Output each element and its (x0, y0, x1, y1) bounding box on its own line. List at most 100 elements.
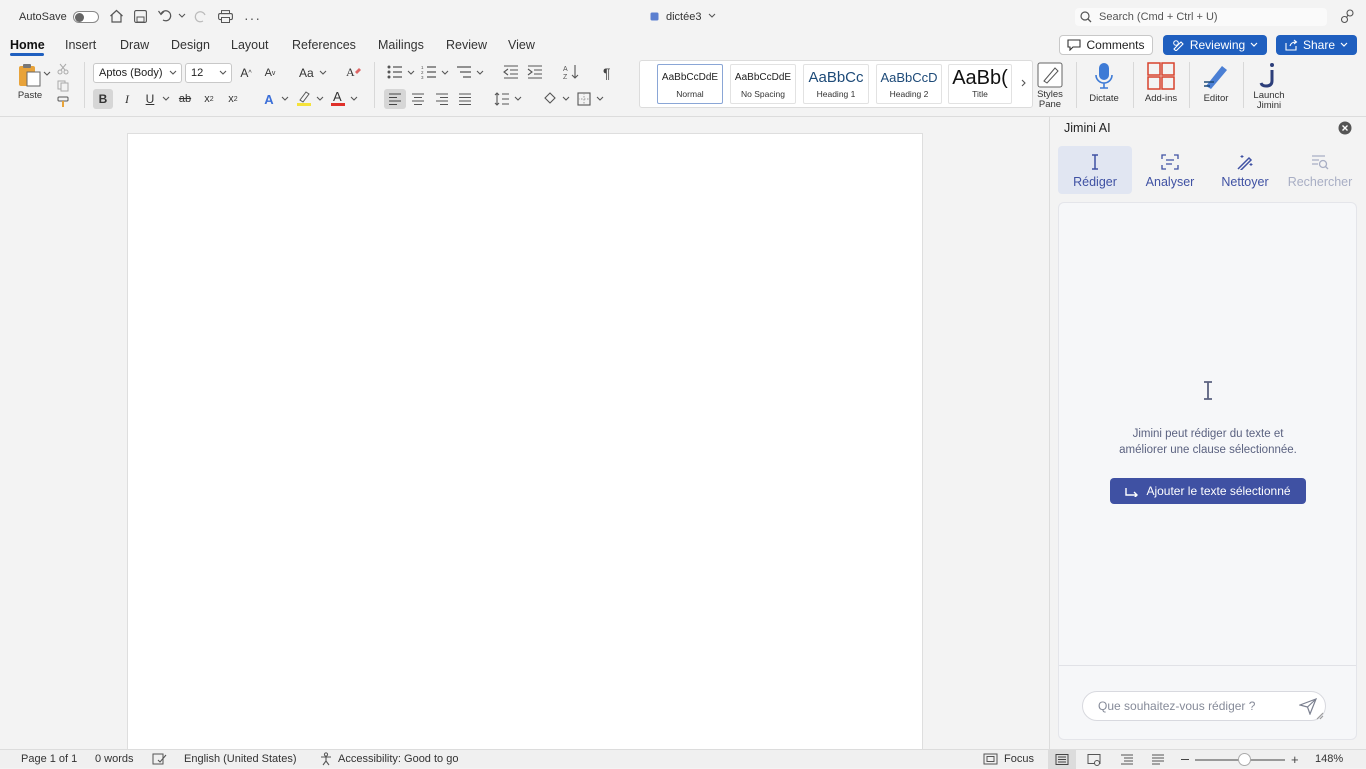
line-spacing-chevron-down-icon[interactable] (514, 96, 522, 102)
shrink-font-icon[interactable]: Av (260, 63, 280, 83)
style-heading-1[interactable]: AaBbCc Heading 1 (803, 64, 869, 104)
subscript-icon[interactable]: x2 (199, 89, 219, 109)
tab-draw[interactable]: Draw (120, 36, 149, 54)
autosave-toggle[interactable] (73, 11, 99, 23)
copy-icon[interactable] (57, 80, 69, 92)
addins-button[interactable]: Add-ins (1141, 60, 1181, 104)
reviewing-button[interactable]: Reviewing (1163, 35, 1267, 55)
zoom-out-icon[interactable] (1181, 759, 1189, 761)
text-effects-icon[interactable]: A (259, 89, 279, 109)
line-spacing-icon[interactable] (494, 92, 510, 106)
bold-icon[interactable]: B (93, 89, 113, 109)
borders-icon[interactable] (577, 92, 591, 106)
add-selected-text-button[interactable]: Ajouter le texte sélectionné (1110, 478, 1306, 504)
bullets-chevron-down-icon[interactable] (407, 70, 415, 76)
search-input[interactable]: Search (Cmd + Ctrl + U) (1075, 8, 1327, 26)
align-center-icon[interactable] (411, 93, 425, 105)
tab-insert[interactable]: Insert (65, 36, 96, 54)
superscript-icon[interactable]: x2 (223, 89, 243, 109)
proofing-icon[interactable] (152, 753, 167, 765)
panel-tab-analyser[interactable]: Analyser (1133, 146, 1207, 194)
word-count[interactable]: 0 words (95, 753, 134, 765)
bullets-icon[interactable] (387, 65, 403, 79)
tab-home[interactable]: Home (10, 36, 45, 54)
multilevel-list-chevron-down-icon[interactable] (476, 70, 484, 76)
page-count[interactable]: Page 1 of 1 (21, 753, 77, 765)
focus-label[interactable]: Focus (1004, 753, 1034, 765)
shading-icon[interactable] (543, 91, 558, 105)
styles-more-chevron-right-icon[interactable] (1021, 79, 1027, 87)
align-left-icon[interactable] (384, 89, 406, 109)
style-normal[interactable]: AaBbCcDdE Normal (657, 64, 723, 104)
more-icon[interactable]: ··· (244, 10, 261, 26)
tab-layout[interactable]: Layout (231, 36, 269, 54)
numbering-chevron-down-icon[interactable] (441, 70, 449, 76)
grow-font-icon[interactable]: A ^ (236, 63, 256, 83)
document-page[interactable] (127, 133, 923, 753)
paste-button[interactable]: Paste (12, 60, 48, 101)
clear-formatting-icon[interactable]: A (346, 65, 362, 79)
panel-tab-nettoyer[interactable]: Nettoyer (1208, 146, 1282, 194)
web-layout-icon[interactable] (1087, 754, 1101, 766)
zoom-level[interactable]: 148% (1315, 753, 1343, 765)
document-title[interactable]: dictée3 (666, 11, 701, 23)
align-right-icon[interactable] (435, 93, 449, 105)
launch-jimini-button[interactable]: Launch Jimini (1249, 60, 1289, 111)
italic-icon[interactable]: I (117, 89, 137, 109)
zoom-slider-handle[interactable] (1238, 753, 1251, 766)
share-link-icon[interactable] (1340, 9, 1355, 24)
style-title[interactable]: AaBb( Title (948, 64, 1012, 104)
comments-button[interactable]: Comments (1059, 35, 1153, 55)
highlight-chevron-down-icon[interactable] (316, 96, 324, 102)
font-size-dropdown[interactable]: 12 (185, 63, 232, 83)
tab-view[interactable]: View (508, 36, 535, 54)
undo-dropdown-icon[interactable] (178, 13, 186, 19)
change-case-button[interactable]: Aa (299, 66, 327, 80)
home-icon[interactable] (109, 9, 124, 23)
font-name-dropdown[interactable]: Aptos (Body) (93, 63, 182, 83)
style-no-spacing[interactable]: AaBbCcDdE No Spacing (730, 64, 796, 104)
cut-icon[interactable] (57, 63, 69, 75)
dictate-button[interactable]: Dictate (1084, 60, 1124, 104)
underline-icon[interactable]: U (140, 89, 160, 109)
borders-chevron-down-icon[interactable] (596, 96, 604, 102)
decrease-indent-icon[interactable] (503, 65, 519, 79)
justify-icon[interactable] (458, 93, 472, 105)
save-icon[interactable] (134, 10, 147, 23)
accessibility-icon[interactable] (319, 752, 334, 766)
tab-review[interactable]: Review (446, 36, 487, 54)
style-heading-2[interactable]: AaBbCcD Heading 2 (876, 64, 942, 104)
strikethrough-icon[interactable]: ab (175, 89, 195, 109)
editor-button[interactable]: Editor (1197, 60, 1235, 104)
font-color-icon[interactable]: A (330, 89, 346, 107)
accessibility-status[interactable]: Accessibility: Good to go (338, 753, 458, 765)
highlight-icon[interactable] (296, 90, 312, 107)
font-color-chevron-down-icon[interactable] (350, 96, 358, 102)
title-chevron-down-icon[interactable] (708, 13, 716, 19)
panel-tab-rechercher[interactable]: Rechercher (1283, 146, 1357, 194)
print-icon[interactable] (218, 10, 233, 23)
redo-icon[interactable] (194, 10, 208, 23)
undo-icon[interactable] (158, 9, 172, 22)
styles-pane-button[interactable]: Styles Pane (1034, 60, 1066, 110)
paste-chevron-down-icon[interactable] (43, 71, 51, 77)
underline-chevron-down-icon[interactable] (162, 96, 170, 102)
shading-chevron-down-icon[interactable] (562, 96, 570, 102)
focus-icon[interactable] (983, 753, 998, 765)
draft-icon[interactable] (1151, 754, 1165, 765)
panel-close-icon[interactable] (1338, 121, 1352, 135)
panel-tab-rediger[interactable]: Rédiger (1058, 146, 1132, 194)
show-formatting-icon[interactable]: ¶ (603, 65, 611, 81)
share-button[interactable]: Share (1276, 35, 1357, 55)
tab-mailings[interactable]: Mailings (378, 36, 424, 54)
outline-icon[interactable] (1120, 754, 1134, 765)
zoom-in-icon[interactable]: + (1291, 753, 1299, 766)
multilevel-list-icon[interactable] (456, 65, 472, 79)
format-painter-icon[interactable] (57, 96, 70, 108)
prompt-input[interactable]: Que souhaitez-vous rédiger ? (1082, 691, 1326, 721)
language[interactable]: English (United States) (184, 753, 297, 765)
tab-references[interactable]: References (292, 36, 356, 54)
increase-indent-icon[interactable] (527, 65, 543, 79)
numbering-icon[interactable]: 123 (421, 65, 437, 79)
text-effects-chevron-down-icon[interactable] (281, 96, 289, 102)
